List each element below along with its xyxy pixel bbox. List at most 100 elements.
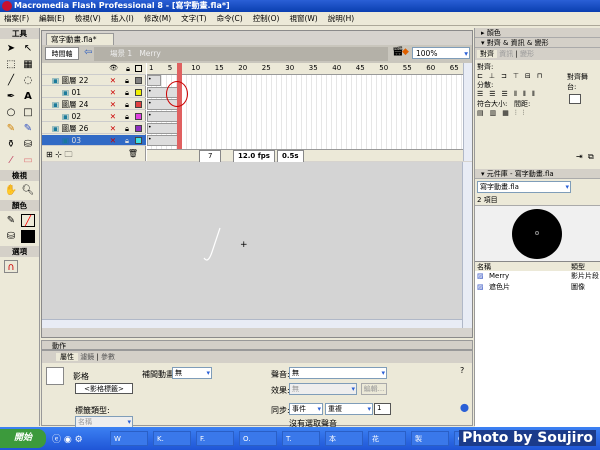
- menu-insert[interactable]: 插入(I): [111, 12, 134, 25]
- lock-icon[interactable]: 🔒︎: [126, 63, 130, 74]
- breadcrumb-scene[interactable]: 場景 1: [110, 49, 132, 58]
- library-file-select[interactable]: 寫字動畫.fla: [477, 181, 571, 193]
- menu-text[interactable]: 文字(T): [181, 12, 206, 25]
- tab-align[interactable]: 對齊: [477, 50, 497, 58]
- edit-symbol-icon[interactable]: ◆: [402, 47, 409, 57]
- menu-window[interactable]: 視窗(W): [289, 12, 317, 25]
- gradient-transform-tool-icon[interactable]: ▦: [21, 58, 35, 71]
- menu-edit[interactable]: 編輯(E): [39, 12, 65, 25]
- taskbar-button[interactable]: 本: [325, 431, 363, 446]
- layer-color-swatch[interactable]: [135, 89, 142, 96]
- taskbar-button[interactable]: K.: [153, 431, 191, 446]
- zoom-tool-icon[interactable]: 🔍︎: [21, 184, 35, 197]
- eraser-tool-icon[interactable]: ▭: [21, 154, 35, 167]
- lock-icon[interactable]: 🔒︎: [125, 87, 129, 98]
- lock-icon[interactable]: 🔒︎: [125, 135, 129, 146]
- free-transform-tool-icon[interactable]: ⬚: [4, 58, 18, 71]
- hand-tool-icon[interactable]: ✋: [4, 184, 18, 197]
- stage-vscrollbar[interactable]: [462, 162, 472, 328]
- frame-ruler[interactable]: 1 5 10 15 20 25 30 35 40 45 50 55 60 65: [147, 63, 463, 75]
- subselection-tool-icon[interactable]: ↖: [21, 42, 35, 55]
- stage-area[interactable]: +: [42, 162, 472, 328]
- fill-color-swatch[interactable]: [21, 230, 35, 243]
- add-guide-icon[interactable]: ⊹: [55, 150, 62, 159]
- column-name[interactable]: 名稱: [475, 263, 491, 271]
- lock-icon[interactable]: 🔒︎: [125, 123, 129, 134]
- lasso-tool-icon[interactable]: ◌: [21, 74, 35, 87]
- layer-row[interactable]: ▣ 01 ✕ 🔒︎: [42, 87, 146, 98]
- pencil-tool-icon[interactable]: ✎: [4, 122, 18, 135]
- repeat-select[interactable]: 重複: [325, 403, 373, 415]
- playhead[interactable]: [177, 63, 182, 159]
- line-tool-icon[interactable]: ╱: [4, 74, 18, 87]
- menu-control[interactable]: 控制(O): [253, 12, 280, 25]
- add-layer-icon[interactable]: ⊞: [46, 150, 53, 159]
- stage-hscrollbar[interactable]: [42, 319, 462, 328]
- library-item[interactable]: ▨ Merry 影片片段: [475, 271, 600, 282]
- fill-color-icon[interactable]: ⛁: [4, 230, 18, 243]
- edit-button[interactable]: 編輯...: [361, 383, 387, 395]
- tab-filters[interactable]: 濾鏡: [80, 353, 94, 361]
- color-panel-header[interactable]: ▸ 顏色: [475, 28, 600, 38]
- add-folder-icon[interactable]: 🗀︎: [65, 150, 73, 159]
- library-item[interactable]: ▨ 遮色片 圖像: [475, 282, 600, 293]
- menu-modify[interactable]: 修改(M): [144, 12, 171, 25]
- layer-row[interactable]: ▣ 圖層 26 ✕ 🔒︎: [42, 123, 146, 134]
- ink-bottle-tool-icon[interactable]: ⚱: [4, 138, 18, 151]
- library-panel-header[interactable]: ▾ 元件庫 - 寫字動畫.fla: [475, 169, 600, 179]
- eye-icon[interactable]: 👁︎: [109, 63, 118, 74]
- sync-select[interactable]: 事件: [289, 403, 323, 415]
- to-stage-button[interactable]: [569, 94, 581, 104]
- pin-library-icon[interactable]: ⇥: [576, 152, 583, 161]
- document-tab[interactable]: 寫字動畫.fla*: [46, 33, 114, 45]
- frame-span[interactable]: •: [147, 75, 161, 86]
- layer-color-swatch[interactable]: [135, 101, 142, 108]
- menu-help[interactable]: 說明(H): [328, 12, 355, 25]
- taskbar-button[interactable]: O.: [239, 431, 277, 446]
- layer-row[interactable]: ▣ 03 ✕ 🔒︎: [42, 135, 146, 146]
- hide-x-icon[interactable]: ✕: [110, 111, 116, 122]
- taskbar-button[interactable]: W: [110, 431, 148, 446]
- start-button[interactable]: 開始: [0, 429, 46, 448]
- help-icon[interactable]: ?: [460, 366, 464, 375]
- oval-tool-icon[interactable]: ○: [4, 106, 18, 119]
- stroke-color-swatch[interactable]: ╱: [21, 214, 35, 227]
- tab-parameters[interactable]: 參數: [101, 353, 115, 361]
- frame-span[interactable]: •: [147, 135, 181, 146]
- outline-icon[interactable]: [135, 65, 142, 72]
- frame-span[interactable]: •: [147, 123, 181, 134]
- layer-color-swatch[interactable]: [135, 125, 142, 132]
- layer-row[interactable]: ▣ 圖層 22 ✕ 🔒︎: [42, 75, 146, 86]
- text-tool-icon[interactable]: A: [21, 90, 35, 103]
- stroke-color-icon[interactable]: ✎: [4, 214, 18, 227]
- taskbar-button[interactable]: T.: [282, 431, 320, 446]
- sound-select[interactable]: 無: [289, 367, 387, 379]
- zoom-select[interactable]: 100%: [412, 47, 470, 59]
- delete-layer-icon[interactable]: 🗑︎: [128, 149, 138, 158]
- collapse-icon[interactable]: ⬤: [460, 403, 469, 412]
- new-library-icon[interactable]: ⧉: [588, 152, 594, 162]
- effect-select[interactable]: 無: [289, 383, 357, 395]
- align-panel-header[interactable]: ▾ 對齊 & 資訊 & 變形: [475, 38, 600, 48]
- breadcrumb-symbol[interactable]: Merry: [139, 49, 161, 58]
- tab-transform[interactable]: 變形: [520, 50, 534, 58]
- timeline-toggle-button[interactable]: 時間軸: [45, 47, 79, 60]
- paint-bucket-tool-icon[interactable]: ⛁: [21, 138, 35, 151]
- quicklaunch-icons[interactable]: ⓔ ◉ ⚙: [52, 432, 83, 445]
- frame-span[interactable]: •: [147, 111, 181, 122]
- tween-select[interactable]: 無: [172, 367, 212, 379]
- actions-panel-header[interactable]: 動作: [41, 340, 473, 350]
- layer-color-swatch[interactable]: [135, 77, 142, 84]
- layer-row[interactable]: ▣ 02 ✕ 🔒︎: [42, 111, 146, 122]
- taskbar-button[interactable]: F.: [196, 431, 234, 446]
- menu-view[interactable]: 檢視(V): [75, 12, 101, 25]
- lock-icon[interactable]: 🔒︎: [125, 99, 129, 110]
- hide-x-icon[interactable]: ✕: [110, 99, 116, 110]
- hide-x-icon[interactable]: ✕: [110, 75, 116, 86]
- tab-info[interactable]: 資訊: [499, 50, 513, 58]
- brush-tool-icon[interactable]: ✎: [21, 122, 35, 135]
- frame-grid[interactable]: 1 5 10 15 20 25 30 35 40 45 50 55 60 65 • • • • • • 7 12.0…: [147, 63, 463, 163]
- menu-commands[interactable]: 命令(C): [217, 12, 243, 25]
- taskbar-button[interactable]: 製: [411, 431, 449, 446]
- eyedropper-tool-icon[interactable]: ⁄: [4, 154, 18, 167]
